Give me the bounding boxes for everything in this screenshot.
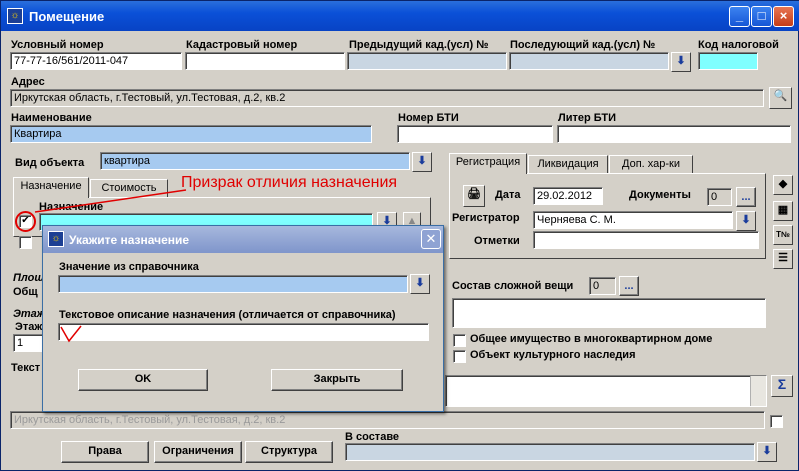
printer-icon[interactable]: 🖨	[463, 185, 485, 207]
list-icon[interactable]: ☰	[773, 249, 793, 269]
address-label: Адрес	[11, 76, 45, 88]
cadastral-label: Кадастровый номер	[186, 39, 298, 51]
object-type-dropdown-icon[interactable]: ⬇	[412, 152, 432, 172]
dialog-dict-dropdown-icon[interactable]: ⬇	[410, 274, 430, 294]
notes-input[interactable]	[533, 231, 759, 249]
minimize-button[interactable]: _	[729, 6, 750, 27]
sigma-icon[interactable]: Σ	[771, 375, 793, 397]
heritage-label: Объект культурного наследия	[470, 349, 636, 361]
in-composition-input[interactable]	[345, 443, 755, 461]
in-composition-label: В составе	[345, 431, 400, 443]
bti-number-label: Номер БТИ	[398, 112, 459, 124]
dialog-text-input[interactable]	[58, 323, 429, 341]
dialog-close-icon[interactable]: ✕	[421, 229, 441, 249]
tax-code-input[interactable]	[698, 52, 758, 70]
dialog-text-label: Текстовое описание назначения (отличаетс…	[59, 309, 396, 321]
book-icon[interactable]: ◆	[773, 175, 793, 195]
window-title: Помещение	[29, 9, 105, 24]
tax-code-label: Код налоговой	[698, 39, 779, 51]
dialog-app-icon: ☼	[48, 231, 64, 247]
rights-button[interactable]: Права	[61, 441, 149, 463]
registrar-dropdown-icon[interactable]: ⬇	[736, 211, 756, 231]
complex-label: Состав сложной вещи	[452, 280, 574, 292]
building-icon[interactable]: ▦	[773, 201, 793, 221]
tab-registration[interactable]: Регистрация	[449, 153, 527, 174]
prev-cad-input[interactable]	[347, 52, 507, 70]
complex-count: 0	[589, 277, 616, 295]
limits-button[interactable]: Ограничения	[154, 441, 242, 463]
bti-number-input[interactable]	[397, 125, 553, 143]
annotation-text: Призрак отличия назначения	[181, 174, 398, 191]
heritage-checkbox[interactable]	[453, 350, 466, 363]
annotation-checkmark	[60, 325, 82, 343]
dialog-dict-select[interactable]	[58, 275, 408, 293]
cond-number-label: Условный номер	[11, 39, 104, 51]
address-bottom: Иркутская область, г.Тестовый, ул.Тестов…	[10, 411, 765, 429]
docs-label: Документы	[629, 189, 691, 201]
tab-purpose[interactable]: Назначение	[13, 177, 89, 198]
floor-section-label: Этаж	[13, 308, 45, 320]
last-cad-dropdown-icon[interactable]: ⬇	[671, 52, 691, 72]
dialog-title: Укажите назначение	[69, 233, 190, 247]
text-scrollbar[interactable]	[750, 376, 766, 406]
cadastral-input[interactable]	[185, 52, 345, 70]
bti-letter-label: Литер БТИ	[558, 112, 617, 124]
floor-label: Этаж	[15, 321, 43, 333]
dialog-title-bar: ☼ Укажите назначение ✕	[43, 226, 443, 253]
address-checkbox[interactable]	[770, 415, 783, 428]
in-composition-dropdown-icon[interactable]: ⬇	[757, 442, 777, 462]
tnom-icon[interactable]: Т№	[773, 225, 793, 245]
complex-ellipsis-button[interactable]: ...	[619, 276, 639, 296]
area-label: Площ	[13, 272, 45, 284]
dialog-close-button[interactable]: Закрыть	[271, 369, 403, 391]
object-type-label: Вид объекта	[15, 157, 85, 169]
common-property-label: Общее имущество в многоквартирном доме	[470, 333, 713, 345]
title-bar: ☼ Помещение _ □ ×	[1, 1, 799, 31]
date-input[interactable]: 29.02.2012	[533, 187, 603, 205]
address-input[interactable]: Иркутская область, г.Тестовый, ул.Тестов…	[10, 89, 764, 107]
date-label: Дата	[495, 189, 521, 201]
common-property-checkbox[interactable]	[453, 334, 466, 347]
name-label: Наименование	[11, 112, 92, 124]
last-cad-input[interactable]	[509, 52, 669, 70]
text-label: Текст	[11, 362, 41, 374]
structure-button[interactable]: Структура	[245, 441, 333, 463]
close-button[interactable]: ×	[773, 6, 794, 27]
app-icon: ☼	[7, 8, 23, 24]
docs-count: 0	[707, 188, 732, 206]
notes-label: Отметки	[474, 235, 520, 247]
address-search-icon[interactable]: 🔍	[769, 87, 792, 109]
bti-letter-input[interactable]	[557, 125, 791, 143]
purpose-dialog: ☼ Укажите назначение ✕ Значение из справ…	[42, 225, 444, 412]
registrar-label: Регистратор	[452, 212, 520, 224]
tab-liquidation[interactable]: Ликвидация	[528, 155, 608, 174]
total-label: Общ	[13, 286, 38, 298]
dialog-ok-button[interactable]: OK	[78, 369, 208, 391]
name-input[interactable]: Квартира	[10, 125, 372, 143]
cond-number-input[interactable]: 77-77-16/561/2011-047	[10, 52, 182, 70]
floor-input[interactable]: 1	[13, 334, 43, 352]
text-area[interactable]	[445, 375, 767, 407]
dialog-dict-label: Значение из справочника	[59, 261, 199, 273]
registrar-input[interactable]: Черняева С. М.	[533, 211, 733, 229]
maximize-button[interactable]: □	[751, 6, 772, 27]
object-type-select[interactable]: квартира	[100, 152, 410, 170]
prev-cad-label: Предыдущий кад.(усл) №	[349, 39, 489, 51]
tab-extra[interactable]: Доп. хар-ки	[609, 155, 693, 174]
purpose-checkbox-2[interactable]	[19, 236, 32, 249]
docs-ellipsis-button[interactable]: ...	[736, 187, 756, 207]
last-cad-label: Последующий кад.(усл) №	[510, 39, 656, 51]
complex-list[interactable]	[452, 298, 766, 328]
